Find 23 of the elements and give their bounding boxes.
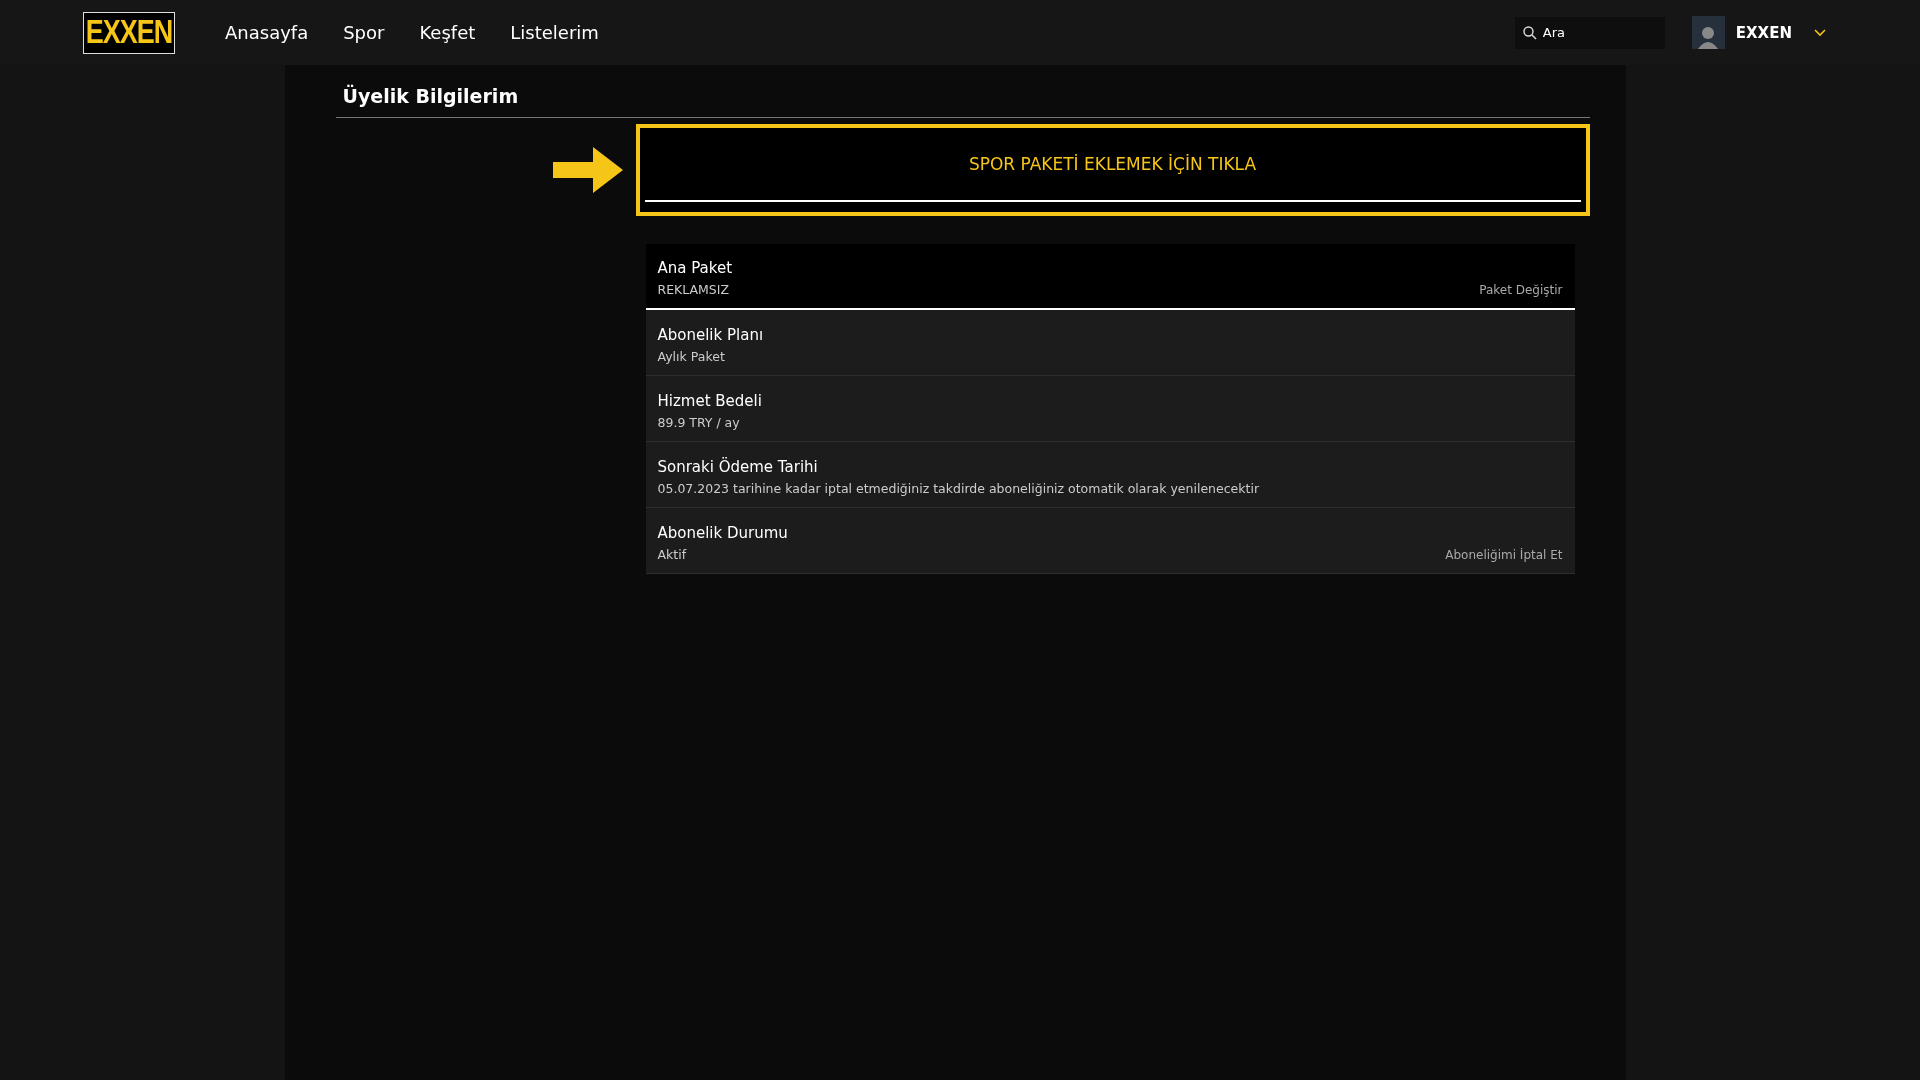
nav-link[interactable]: Anasayfa <box>225 22 309 43</box>
row-title: Ana Paket <box>657 259 733 277</box>
row-value: Aktif <box>657 547 688 562</box>
logo[interactable]: EXXEN <box>83 11 175 54</box>
row-title: Hizmet Bedeli <box>657 392 762 410</box>
row-action-link[interactable]: Aboneliğimi İptal Et <box>1445 548 1563 562</box>
search-field[interactable]: Ara <box>1514 16 1665 49</box>
row-value: Aylık Paket <box>657 349 726 364</box>
avatar[interactable] <box>1691 16 1725 49</box>
row-value: 89.9 TRY / ay <box>657 415 741 430</box>
row-title: Abonelik Planı <box>657 326 764 344</box>
chevron-down-icon[interactable] <box>1814 28 1826 37</box>
row-title: Abonelik Durumu <box>657 524 788 542</box>
nav-link[interactable]: Spor <box>343 22 385 43</box>
row-value: 05.07.2023 tarihine kadar iptal etmediğiniz takdirde aboneliğiniz otomatik olarak yenilenecektir <box>657 481 1260 496</box>
row-action-link[interactable]: Paket Değiştir <box>1479 283 1563 297</box>
row-title: Sonraki Ödeme Tarihi <box>657 458 819 476</box>
row-value: REKLAMSIZ <box>657 282 731 297</box>
nav-link[interactable]: Listelerim <box>510 22 599 43</box>
profile-name[interactable]: EXXEN <box>1735 23 1792 42</box>
arrow-right-icon <box>552 147 623 193</box>
page-title: Üyelik Bilgilerim <box>342 85 520 109</box>
nav-link[interactable]: Keşfet <box>419 22 476 43</box>
